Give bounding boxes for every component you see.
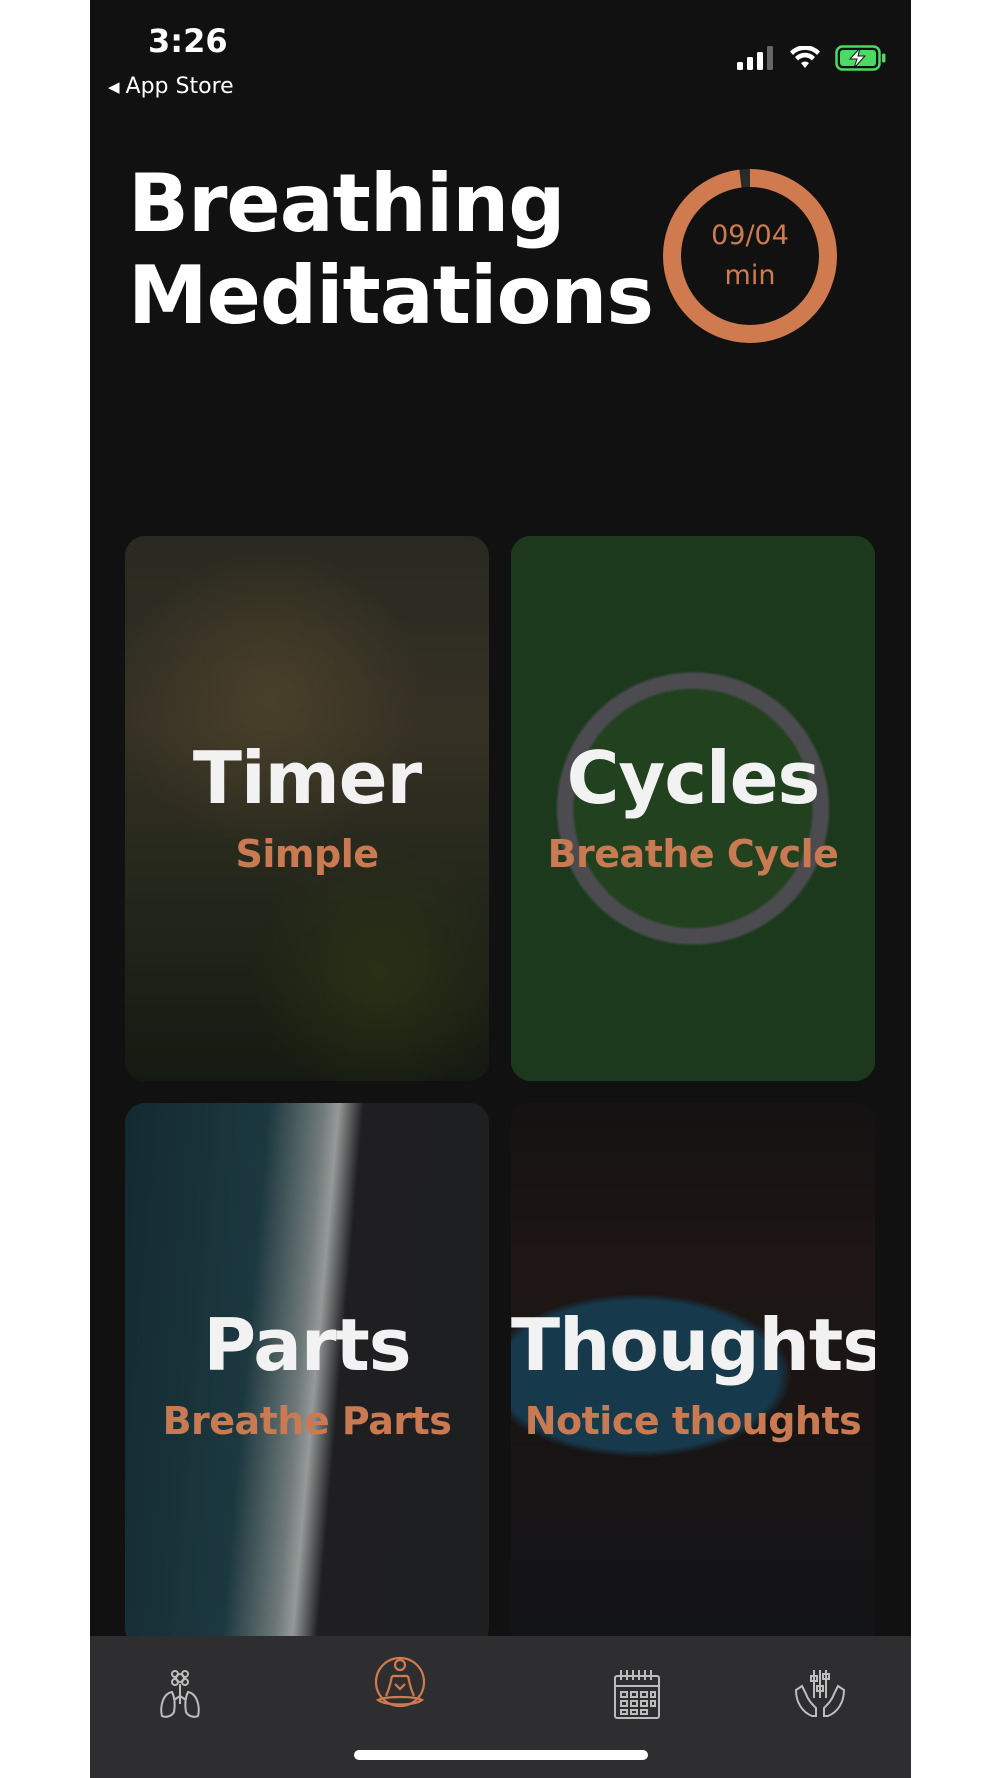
status-icons xyxy=(737,45,887,71)
title-line-2: Meditations xyxy=(128,249,654,342)
back-label: App Store xyxy=(125,74,234,99)
title-line-1: Breathing xyxy=(128,157,566,250)
progress-ring-text: 09/04 min xyxy=(662,168,838,344)
page-title: Breathing Meditations xyxy=(128,157,654,342)
hands-sliders-icon xyxy=(794,1670,846,1717)
wifi-icon xyxy=(790,46,820,68)
back-to-app-store[interactable]: ◀ App Store xyxy=(108,74,234,99)
card-cycles[interactable]: Cycles Breathe Cycle xyxy=(511,536,875,1081)
cellular-signal-icon xyxy=(737,46,773,70)
calendar-icon xyxy=(614,1670,660,1719)
card-title: Cycles xyxy=(566,736,821,820)
tab-breathing[interactable] xyxy=(150,1664,210,1724)
tab-meditation[interactable] xyxy=(370,1652,430,1712)
card-title: Parts xyxy=(203,1303,411,1387)
progress-unit: min xyxy=(724,260,776,291)
card-thoughts[interactable]: Thoughts Notice thoughts xyxy=(511,1103,875,1648)
lungs-flower-icon xyxy=(160,1670,200,1718)
triangle-left-icon: ◀ xyxy=(108,77,120,96)
meditation-person-icon xyxy=(374,1656,426,1708)
progress-value: 09/04 xyxy=(711,220,789,251)
phone-screen: 3:26 ◀ App Store Breathing Meditations 0… xyxy=(90,0,911,1778)
tab-calendar[interactable] xyxy=(607,1664,667,1724)
card-subtitle: Breathe Parts xyxy=(162,1399,452,1443)
card-timer[interactable]: Timer Simple xyxy=(125,536,489,1081)
card-title: Timer xyxy=(192,736,422,820)
card-subtitle: Notice thoughts xyxy=(524,1399,862,1443)
tab-settings[interactable] xyxy=(790,1664,850,1724)
card-parts[interactable]: Parts Breathe Parts xyxy=(125,1103,489,1648)
daily-progress-ring[interactable]: 09/04 min xyxy=(662,168,838,344)
status-time: 3:26 xyxy=(148,22,228,60)
card-title: Thoughts xyxy=(511,1303,875,1387)
home-indicator[interactable] xyxy=(354,1750,648,1760)
card-subtitle: Breathe Cycle xyxy=(547,832,839,876)
card-subtitle: Simple xyxy=(235,832,380,876)
battery-charging-icon xyxy=(835,45,886,71)
